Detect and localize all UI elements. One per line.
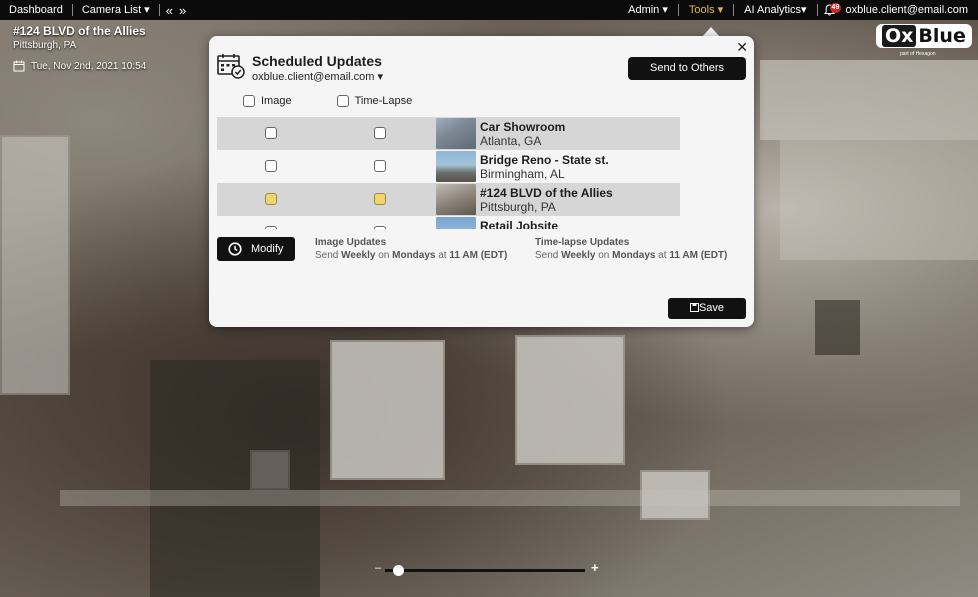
schedule-word: on [378,250,390,261]
project-thumbnail [436,217,476,229]
schedule-word: at [438,250,447,261]
top-nav-bar: Dashboard Camera List ▾ «» Admin ▾ Tools… [0,0,978,20]
schedule-time: 11 AM [669,250,698,261]
close-button[interactable]: ✕ [736,39,748,56]
image-updates-schedule: Image Updates Send Weekly on Mondays at … [315,237,507,261]
recipient-email-dropdown[interactable]: oxblue.client@email.com ▾ [252,70,383,83]
image-column-label: Image [261,95,292,107]
select-all-timelapse-checkbox[interactable] [336,95,349,107]
logo-ox: Ox [882,25,917,47]
send-to-others-button[interactable]: Send to Others [628,57,746,80]
image-updates-title: Image Updates [315,237,387,248]
nav-user-email[interactable]: oxblue.client@email.com [842,0,978,20]
modify-label: Modify [251,243,284,255]
nav-dashboard[interactable]: Dashboard [0,0,72,20]
project-name: Retail Jobsite [480,219,559,229]
save-icon [689,303,699,312]
logo-mark: Ox Blue [876,24,972,48]
project-thumbnail [436,184,476,215]
nav-tools[interactable]: Tools ▾ [679,0,733,20]
schedule-timezone: (EDT) [480,250,508,261]
schedule-frequency: Weekly [561,250,596,261]
nav-admin[interactable]: Admin ▾ [618,0,678,20]
save-label: Save [698,302,725,314]
column-headers: Image Time-Lapse [243,95,412,107]
next-camera-button[interactable]: » [179,3,192,18]
timelapse-update-checkbox[interactable] [374,193,386,205]
schedule-day: Mondays [612,250,656,261]
select-all-image[interactable]: Image [243,95,292,107]
image-update-checkbox[interactable] [265,226,277,229]
zoom-in-icon[interactable]: + [591,560,599,575]
project-location: Atlanta, GA [480,134,542,148]
timeline-slider[interactable]: – + [375,560,599,576]
calendar-icon [13,60,25,72]
clock-icon [228,242,242,256]
slider-handle[interactable] [393,565,404,576]
site-date[interactable]: Tue, Nov 2nd, 2021 10:54 [13,60,146,72]
project-row: #124 BLVD of the Allies Pittsburgh, PA [217,183,680,216]
schedule-frequency: Weekly [341,250,376,261]
schedule-timezone: (EDT) [700,250,728,261]
project-thumbnail [436,151,476,182]
timelapse-updates-schedule: Time-lapse Updates Send Weekly on Monday… [535,237,727,261]
site-title: #124 BLVD of the Allies [13,24,146,38]
timelapse-update-checkbox[interactable] [374,226,386,229]
calendar-schedule-icon [217,54,245,79]
nav-camera-list[interactable]: Camera List ▾ [73,0,159,20]
save-button[interactable]: Save [668,298,746,319]
schedule-word: on [598,250,610,261]
timelapse-updates-title: Time-lapse Updates [535,237,630,248]
nav-ai-analytics[interactable]: AI Analytics▾ [734,0,816,20]
project-location: Birmingham, AL [480,167,565,181]
timelapse-update-checkbox[interactable] [374,127,386,139]
project-location: Pittsburgh, PA [480,200,556,214]
slider-track[interactable] [385,569,585,572]
image-update-checkbox[interactable] [265,160,277,172]
scheduled-updates-modal: ✕ Scheduled Updates oxblue.client@email.… [209,36,754,327]
nav-camera-arrows: «» [160,3,198,18]
zoom-out-icon[interactable]: – [375,562,381,574]
site-location: Pittsburgh, PA [13,40,77,51]
schedule-time: 11 AM [449,250,478,261]
prev-camera-button[interactable]: « [166,3,179,18]
select-all-image-checkbox[interactable] [243,95,255,107]
image-update-checkbox[interactable] [265,193,277,205]
schedule-word: at [658,250,667,261]
project-row: Bridge Reno - State st. Birmingham, AL [217,150,680,183]
modal-header: Scheduled Updates oxblue.client@email.co… [217,53,383,83]
schedule-word: Send [535,250,559,261]
project-name: #124 BLVD of the Allies [480,186,613,200]
notification-button[interactable]: 49 [818,2,842,17]
schedule-day: Mondays [392,250,436,261]
project-row: Retail Jobsite [217,216,680,229]
project-list[interactable]: Car Showroom Atlanta, GA Bridge Reno - S… [217,117,680,229]
oxblue-logo: Ox Blue part of Hexagon [876,24,972,57]
project-name: Bridge Reno - State st. [480,153,609,167]
select-all-timelapse[interactable]: Time-Lapse [336,95,413,107]
image-updates-summary: Send Weekly on Mondays at 11 AM (EDT) [315,250,507,261]
logo-blue: Blue [918,25,966,47]
schedule-word: Send [315,250,339,261]
site-info: #124 BLVD of the Allies Pittsburgh, PA T… [13,24,146,72]
timelapse-column-label: Time-Lapse [354,95,413,107]
modal-title: Scheduled Updates [252,53,382,69]
project-thumbnail [436,118,476,149]
project-row: Car Showroom Atlanta, GA [217,117,680,150]
timelapse-update-checkbox[interactable] [374,160,386,172]
project-name: Car Showroom [480,120,566,134]
site-date-text: Tue, Nov 2nd, 2021 10:54 [31,60,147,72]
timelapse-updates-summary: Send Weekly on Mondays at 11 AM (EDT) [535,250,727,261]
logo-subtitle: part of Hexagon [900,51,936,57]
notification-count-badge: 49 [829,2,842,13]
modify-button[interactable]: Modify [217,237,295,261]
image-update-checkbox[interactable] [265,127,277,139]
